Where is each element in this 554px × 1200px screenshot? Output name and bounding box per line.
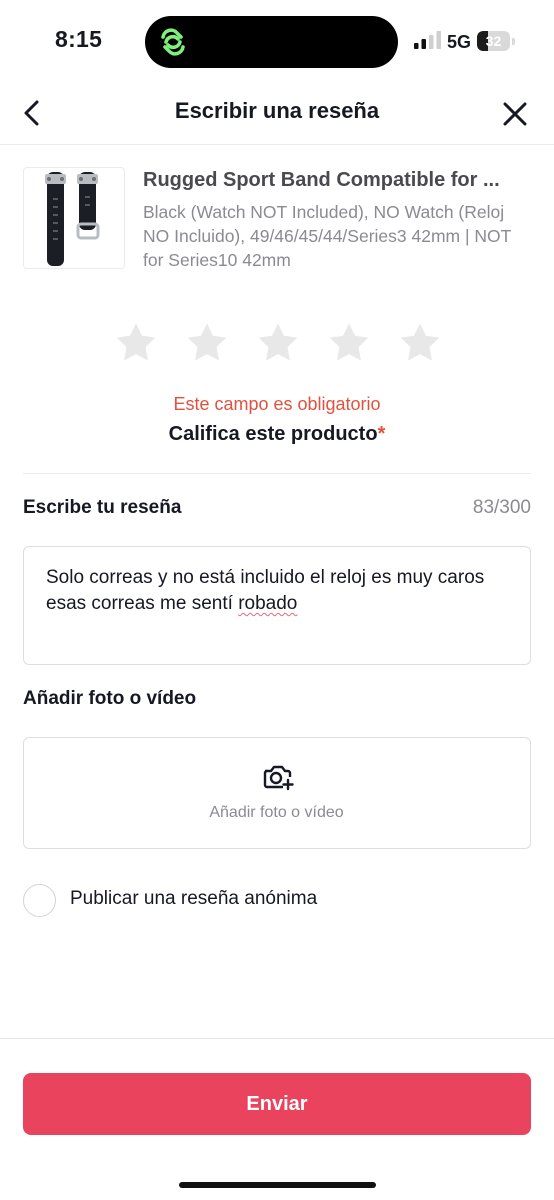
dynamic-island (145, 16, 398, 68)
star-icon[interactable] (255, 320, 301, 366)
review-text[interactable]: Solo correas y no está incluido el reloj… (46, 565, 516, 617)
review-label: Escribe tu reseña (23, 497, 182, 518)
watch-band-thumbnail (45, 172, 100, 266)
camera-plus-icon (263, 765, 294, 791)
submit-button[interactable]: Enviar (23, 1073, 531, 1135)
network-type: 5G (447, 32, 472, 52)
home-indicator (179, 1182, 376, 1188)
product-variant: Black (Watch NOT Included), NO Watch (Re… (143, 202, 512, 270)
anonymous-radio[interactable] (23, 884, 56, 917)
battery-icon: 32 (477, 31, 515, 51)
footer-divider (0, 1038, 554, 1039)
anonymous-label[interactable]: Publicar una reseña anónima (70, 888, 317, 910)
product-name[interactable]: Rugged Sport Band Compatible for ... (143, 169, 528, 192)
status-time: 8:15 (55, 26, 103, 52)
header-divider (0, 144, 554, 145)
star-icon[interactable] (113, 320, 159, 366)
cellular-signal-icon (414, 31, 441, 49)
star-rating[interactable] (113, 320, 443, 370)
close-icon[interactable] (500, 99, 530, 129)
star-icon[interactable] (184, 320, 230, 366)
add-media-button[interactable]: Añadir foto o vídeo (23, 737, 531, 849)
rating-error-message: Este campo es obligatorio (173, 394, 381, 414)
section-divider (23, 473, 531, 474)
review-char-count: 83/300 (472, 497, 531, 518)
review-textarea[interactable]: Solo correas y no está incluido el reloj… (23, 546, 531, 665)
star-icon[interactable] (326, 320, 372, 366)
linked-rings-icon (161, 28, 185, 56)
page-title: Escribir una reseña (174, 98, 380, 123)
star-icon[interactable] (397, 320, 443, 366)
media-placeholder: Añadir foto o vídeo (209, 804, 344, 821)
spellcheck-word[interactable]: robado (238, 593, 297, 614)
battery-percent: 32 (485, 33, 502, 49)
rating-label-text: Califica este producto (168, 423, 378, 445)
media-label: Añadir foto o vídeo (23, 688, 197, 709)
required-mark: * (377, 423, 386, 445)
rating-label: Califica este producto* (0, 423, 554, 446)
product-image[interactable] (23, 167, 125, 269)
